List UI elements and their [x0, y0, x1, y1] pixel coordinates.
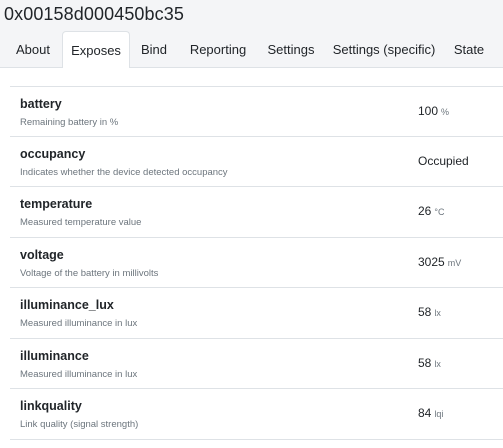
- expose-name: illuminance_lux: [20, 298, 114, 312]
- expose-description: Link quality (signal strength): [20, 419, 139, 430]
- expose-description: Measured temperature value: [20, 217, 142, 228]
- tab-bar: About Exposes Bind Reporting Settings Se…: [0, 31, 503, 69]
- value-unit: lx: [434, 358, 441, 369]
- value-text: Occupied: [418, 153, 469, 168]
- device-title: 0x00158d000450bc35: [4, 4, 184, 24]
- tab-bind[interactable]: Bind: [130, 31, 178, 68]
- expose-row-voltage: voltage Voltage of the battery in milliv…: [10, 238, 503, 288]
- expose-name: illuminance: [20, 348, 89, 363]
- expose-value: 100%: [418, 104, 449, 118]
- value-unit: lqi: [434, 409, 444, 419]
- value-text: 58: [418, 305, 432, 319]
- tab-exposes[interactable]: Exposes: [62, 31, 130, 69]
- tab-about[interactable]: About: [4, 31, 62, 68]
- value-text: 26: [418, 204, 432, 218]
- expose-row-illuminance-lux: illuminance_lux Measured illuminance in …: [10, 288, 503, 339]
- value-unit: mV: [447, 257, 462, 268]
- expose-value: 58 lx: [418, 305, 441, 319]
- expose-row-linkquality: linkquality Link quality (signal strengt…: [10, 389, 503, 440]
- expose-name: occupancy: [20, 146, 86, 161]
- expose-value: Occupied: [418, 154, 469, 168]
- expose-value: 3025 mV: [418, 255, 461, 269]
- expose-row-occupancy: occupancy Indicates whether the device d…: [10, 137, 503, 187]
- expose-value: 26 °C: [418, 204, 444, 218]
- expose-row-illuminance: illuminance Measured illuminance in lux …: [10, 339, 503, 389]
- value-text: 84: [418, 406, 432, 420]
- expose-description: Measured illuminance in lux: [20, 318, 138, 329]
- tab-settings-specific[interactable]: Settings (specific): [324, 31, 444, 68]
- expose-row-battery: battery Remaining battery in % 100%: [10, 86, 503, 137]
- expose-value: 84 lqi: [418, 406, 443, 420]
- exposes-list: battery Remaining battery in % 100% occu…: [10, 86, 503, 440]
- value-unit: lx: [434, 308, 441, 318]
- tab-reporting[interactable]: Reporting: [178, 31, 258, 68]
- expose-name: voltage: [20, 247, 64, 262]
- expose-description: Remaining battery in %: [20, 117, 119, 128]
- exposes-panel: battery Remaining battery in % 100% occu…: [0, 68, 503, 448]
- expose-name: temperature: [20, 197, 93, 211]
- expose-description: Voltage of the battery in millivolts: [20, 267, 159, 279]
- value-text: 58: [418, 355, 432, 370]
- value-unit: %: [441, 107, 450, 117]
- expose-name: battery: [20, 97, 62, 111]
- expose-row-temperature: temperature Measured temperature value 2…: [10, 187, 503, 238]
- value-text: 3025: [418, 254, 445, 269]
- expose-name: linkquality: [20, 399, 82, 413]
- expose-value: 58 lx: [418, 356, 441, 370]
- expose-description: Indicates whether the device detected oc…: [20, 166, 228, 178]
- value-unit: °C: [434, 207, 445, 217]
- value-text: 100: [418, 104, 439, 118]
- tab-settings[interactable]: Settings: [258, 31, 324, 68]
- tab-state[interactable]: State: [444, 31, 494, 68]
- expose-description: Measured illuminance in lux: [20, 368, 138, 380]
